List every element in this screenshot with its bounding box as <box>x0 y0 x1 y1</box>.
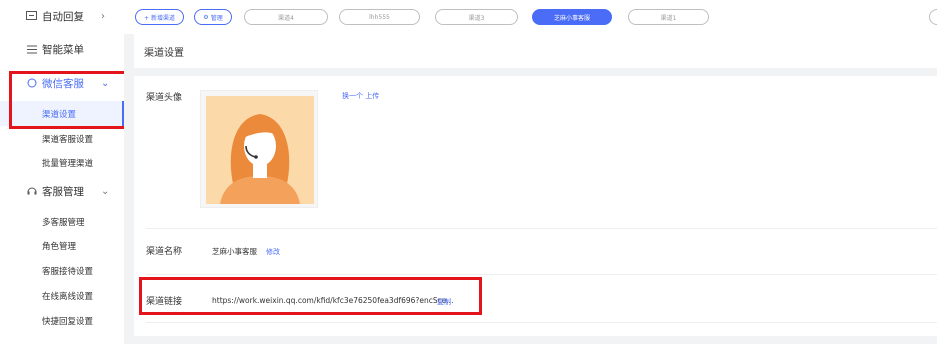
app-root: 自动回复 › 智能菜单 微信客服 ⌄ 渠道设置 渠道客服设置 批量管理渠道 客服… <box>0 0 937 344</box>
tab-lhh555[interactable]: lhh555 <box>339 9 420 25</box>
sidebar-subitem-batch-manage[interactable]: 批量管理渠道 <box>0 150 124 175</box>
sidebar-subitem-label: 在线离线设置 <box>42 291 94 302</box>
tab-channel-1[interactable]: 渠道1 <box>628 9 709 25</box>
sidebar-subitem-quick-reply[interactable]: 快捷回复设置 <box>0 308 124 333</box>
row-divider <box>146 228 937 229</box>
tab-channel-4[interactable]: 渠道4 <box>244 9 328 25</box>
sidebar-subitem-label: 批量管理渠道 <box>42 158 94 169</box>
menu-icon <box>26 44 37 55</box>
channel-avatar[interactable] <box>200 90 318 208</box>
row-divider <box>146 274 937 275</box>
sidebar-item-cs-manage[interactable]: 客服管理 ⌄ <box>0 176 124 206</box>
sidebar-subitem-label: 角色管理 <box>42 241 77 252</box>
tab-channel-3[interactable]: 渠道3 <box>435 9 518 25</box>
sidebar-item-label: 自动回复 <box>42 10 84 23</box>
sidebar-item-label: 客服管理 <box>42 185 84 198</box>
sidebar-item-auto-reply[interactable]: 自动回复 › <box>0 1 124 31</box>
sidebar-subitem-reception[interactable]: 客服接待设置 <box>0 258 124 283</box>
sidebar-item-label: 智能菜单 <box>42 43 84 56</box>
chevron-right-icon: › <box>101 10 105 22</box>
sidebar-subitem-label: 客服接待设置 <box>42 266 94 277</box>
avatar-illustration <box>206 96 314 204</box>
row-divider <box>146 322 937 323</box>
channel-name-label: 渠道名称 <box>146 247 183 257</box>
manage-label: 管理 <box>210 14 223 22</box>
sidebar-subitem-label: 渠道客服设置 <box>42 134 94 145</box>
sidebar-subitem-role-manage[interactable]: 角色管理 <box>0 233 124 258</box>
sidebar-subitem-online-offline[interactable]: 在线离线设置 <box>0 283 124 308</box>
sidebar-item-smart-menu[interactable]: 智能菜单 <box>0 34 124 64</box>
manage-button[interactable]: ⚙ 管理 <box>194 9 232 25</box>
chevron-down-icon: ⌄ <box>101 185 110 197</box>
sidebar-subitem-label: 快捷回复设置 <box>42 316 94 327</box>
channel-tabs: + 新增渠道 ⚙ 管理 渠道4 lhh555 渠道3 芝麻小事客服 渠道1 <box>124 0 937 34</box>
message-square-icon <box>26 11 37 22</box>
sidebar-subitem-multi-cs[interactable]: 多客服管理 <box>0 209 124 234</box>
avatar-label: 渠道头像 <box>146 93 183 103</box>
highlight-box <box>139 277 482 315</box>
headset-icon <box>26 186 37 197</box>
gear-icon: ⚙ <box>203 13 209 21</box>
tab-overflow[interactable] <box>929 9 937 25</box>
sidebar-subitem-channel-cs-settings[interactable]: 渠道客服设置 <box>0 126 124 151</box>
tab-zhima-cs[interactable]: 芝麻小事客服 <box>532 9 612 25</box>
channel-name-value: 芝麻小事客服 <box>212 247 257 256</box>
avatar-actions-link[interactable]: 换一个 上传 <box>342 91 379 101</box>
new-channel-button[interactable]: + 新增渠道 <box>135 9 184 25</box>
sidebar-subitem-label: 多客服管理 <box>42 217 85 228</box>
highlight-box <box>9 71 130 129</box>
edit-name-link[interactable]: 修改 <box>266 247 280 257</box>
sidebar: 自动回复 › 智能菜单 微信客服 ⌄ 渠道设置 渠道客服设置 批量管理渠道 客服… <box>0 0 124 344</box>
page-title: 渠道设置 <box>134 34 937 68</box>
